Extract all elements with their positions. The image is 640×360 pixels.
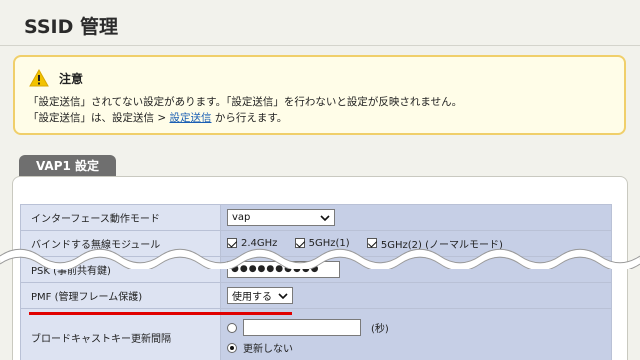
broadcast-key-custom-row: (秒)	[227, 318, 611, 338]
broadcast-key-noupdate-radio[interactable]	[227, 342, 237, 353]
notice-box: 注意 「設定送信」されてない設定があります。「設定送信」を行わないと設定が反映さ…	[13, 55, 626, 135]
broadcast-key-interval-input[interactable]	[243, 319, 361, 336]
notice-title: 注意	[59, 71, 84, 86]
title-divider	[0, 45, 640, 46]
notice-header: 注意	[29, 69, 83, 87]
chevron-down-icon	[278, 292, 288, 299]
interface-mode-label: インターフェース動作モード	[20, 204, 221, 231]
notice-hint-suffix: から行えます。	[211, 112, 288, 124]
pmf-cell: 使用する	[220, 282, 612, 309]
table-row: PMF (管理フレーム保護) 使用する	[20, 282, 612, 309]
settings-table: インターフェース動作モード vap バインドする無線モジュール 2.4GHz 5…	[20, 204, 612, 360]
page-title: SSID 管理	[24, 16, 118, 38]
broadcast-key-noupdate-label: 更新しない	[243, 344, 293, 355]
chevron-down-icon	[320, 214, 330, 221]
interface-mode-select[interactable]: vap	[227, 209, 335, 226]
pmf-value: 使用する	[232, 292, 272, 303]
notice-hint-prefix: 「設定送信」は、設定送信 >	[28, 112, 170, 124]
warning-icon	[29, 69, 49, 87]
broadcast-key-label: ブロードキャストキー更新間隔	[20, 308, 221, 360]
interface-mode-value: vap	[232, 212, 251, 223]
notice-message: 「設定送信」されてない設定があります。「設定送信」を行わないと設定が反映されませ…	[28, 96, 463, 108]
torn-edge-divider	[0, 248, 640, 269]
broadcast-key-cell: (秒) 更新しない	[220, 308, 612, 360]
tab-vap1-settings[interactable]: VAP1 設定	[19, 155, 116, 177]
pmf-highlight-underline	[29, 312, 292, 315]
broadcast-key-noupdate-row: 更新しない	[227, 338, 611, 358]
pmf-select[interactable]: 使用する	[227, 287, 293, 304]
table-row: インターフェース動作モード vap	[20, 204, 612, 231]
send-settings-link[interactable]: 設定送信	[169, 112, 211, 124]
interface-mode-cell: vap	[220, 204, 612, 231]
notice-hint: 「設定送信」は、設定送信 > 設定送信 から行えます。	[28, 110, 287, 125]
pmf-label: PMF (管理フレーム保護)	[20, 282, 221, 309]
table-row: ブロードキャストキー更新間隔 (秒) 更新しない	[20, 308, 612, 360]
broadcast-key-unit: (秒)	[371, 324, 389, 335]
broadcast-key-custom-radio[interactable]	[227, 322, 237, 333]
